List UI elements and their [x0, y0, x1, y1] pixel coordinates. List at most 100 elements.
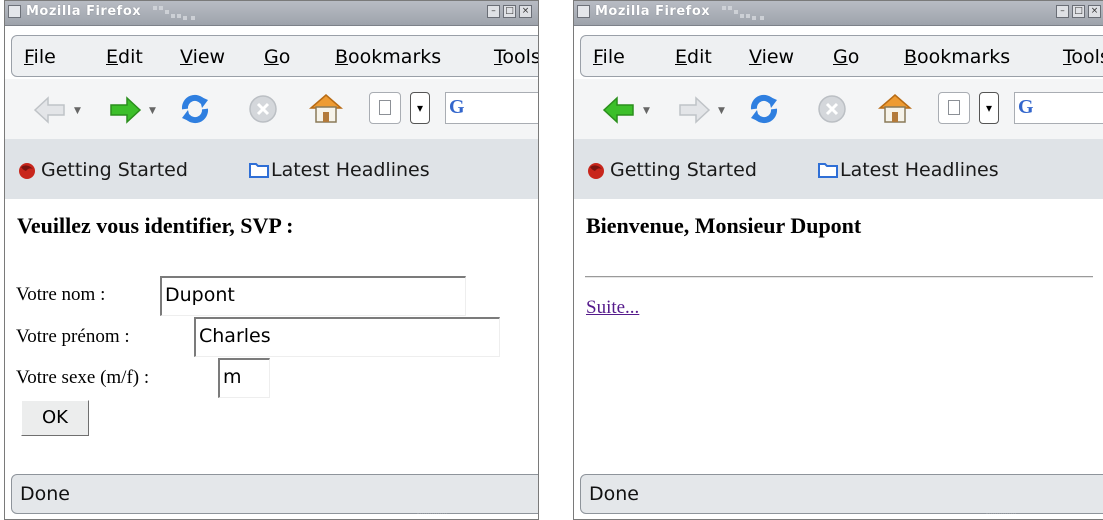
- title-bar[interactable]: Mozilla Firefox – □ ×: [5, 1, 538, 26]
- close-button[interactable]: ×: [1088, 5, 1101, 18]
- browser-window-login: Mozilla Firefox – □ × File Edit View Go …: [4, 0, 539, 520]
- menu-edit[interactable]: Edit: [106, 46, 143, 68]
- first-name-label: Votre prénom :: [16, 326, 130, 347]
- browser-window-welcome: Mozilla Firefox – □ × File Edit View Go …: [573, 0, 1103, 520]
- menu-view-label: iew: [192, 46, 226, 68]
- first-name-input[interactable]: Charles: [194, 317, 500, 357]
- menu-go[interactable]: Go: [833, 46, 859, 68]
- window-title: Mozilla Firefox: [595, 4, 711, 19]
- reload-icon[interactable]: [177, 91, 213, 127]
- title-bar[interactable]: Mozilla Firefox – □ ×: [574, 1, 1103, 26]
- close-button[interactable]: ×: [519, 5, 532, 18]
- url-bar[interactable]: [369, 92, 401, 124]
- minimize-button[interactable]: –: [487, 5, 500, 18]
- back-history-dropdown-icon[interactable]: ▼: [74, 106, 81, 116]
- page-icon: [948, 100, 960, 115]
- menu-edit[interactable]: Edit: [675, 46, 712, 68]
- menu-bookmarks-label: ookmarks: [917, 46, 1011, 68]
- bookmark-latest-headlines[interactable]: Latest Headlines: [840, 159, 999, 181]
- menu-edit-label: dit: [118, 46, 143, 68]
- menu-file-label: ile: [33, 46, 56, 68]
- ok-button[interactable]: OK: [21, 400, 89, 436]
- maximize-button[interactable]: □: [1072, 5, 1085, 18]
- status-bar: Done: [580, 474, 1103, 514]
- page-heading: Veuillez vous identifier, SVP :: [17, 213, 294, 238]
- firefox-icon: [19, 163, 35, 179]
- back-arrow-icon[interactable]: [602, 95, 636, 125]
- bookmark-getting-started[interactable]: Getting Started: [41, 159, 188, 181]
- search-box[interactable]: G: [445, 92, 538, 124]
- firefox-icon: [588, 163, 604, 179]
- google-icon[interactable]: G: [1018, 96, 1034, 119]
- page-icon: [379, 100, 391, 115]
- window-menu-icon[interactable]: [577, 5, 590, 18]
- resize-grip[interactable]: [986, 513, 1016, 519]
- home-icon[interactable]: [308, 90, 344, 126]
- sex-label: Votre sexe (m/f) :: [16, 367, 150, 388]
- menu-go-accel: G: [833, 46, 848, 68]
- menu-bookmarks-accel: B: [335, 46, 349, 68]
- title-decoration-icon: [153, 6, 195, 20]
- menu-view[interactable]: View: [749, 46, 794, 68]
- bookmark-latest-headlines[interactable]: Latest Headlines: [271, 159, 430, 181]
- bookmark-getting-started[interactable]: Getting Started: [610, 159, 757, 181]
- stop-icon[interactable]: [816, 93, 848, 125]
- menu-file[interactable]: File: [24, 46, 56, 68]
- menu-tools-label: ools: [502, 46, 539, 68]
- menu-file-label: ile: [602, 46, 625, 68]
- menu-bookmarks[interactable]: Bookmarks: [335, 46, 441, 68]
- forward-history-dropdown-icon[interactable]: ▼: [718, 106, 725, 116]
- menu-view-accel: V: [749, 46, 762, 68]
- minimize-button[interactable]: –: [1056, 5, 1069, 18]
- menu-edit-accel: E: [675, 46, 688, 68]
- menu-bookmarks[interactable]: Bookmarks: [904, 46, 1010, 68]
- suite-link[interactable]: Suite...: [586, 297, 639, 319]
- google-icon[interactable]: G: [449, 96, 465, 119]
- url-history-dropdown[interactable]: ▾: [410, 92, 430, 124]
- search-box[interactable]: G: [1014, 92, 1103, 124]
- last-name-label: Votre nom :: [16, 284, 106, 305]
- window-menu-icon[interactable]: [8, 5, 21, 18]
- menu-file[interactable]: File: [593, 46, 625, 68]
- menu-view-label: iew: [761, 46, 795, 68]
- menu-tools[interactable]: Tools: [494, 46, 539, 68]
- menu-file-accel: F: [593, 46, 603, 68]
- back-history-dropdown-icon[interactable]: ▼: [643, 106, 650, 116]
- home-icon[interactable]: [877, 90, 913, 126]
- stop-icon[interactable]: [247, 93, 279, 125]
- menu-view-accel: V: [180, 46, 193, 68]
- title-decoration-icon: [722, 6, 764, 20]
- resize-grip[interactable]: [417, 513, 447, 519]
- back-arrow-icon[interactable]: [33, 95, 67, 125]
- menu-view[interactable]: View: [180, 46, 225, 68]
- forward-arrow-icon[interactable]: [677, 95, 711, 125]
- forward-history-dropdown-icon[interactable]: ▼: [149, 106, 156, 116]
- sex-input[interactable]: m: [218, 358, 270, 398]
- menu-bar: File Edit View Go Bookmarks Tools: [580, 35, 1103, 77]
- menu-bar: File Edit View Go Bookmarks Tools: [11, 35, 539, 77]
- menu-go[interactable]: Go: [264, 46, 290, 68]
- reload-icon[interactable]: [746, 91, 782, 127]
- page-heading: Bienvenue, Monsieur Dupont: [586, 213, 862, 238]
- navigation-toolbar: ▼ ▼ ▾ G: [5, 79, 538, 139]
- folder-icon: [818, 163, 838, 178]
- last-name-input[interactable]: Dupont: [160, 276, 466, 316]
- menu-go-label: o: [278, 46, 291, 68]
- folder-icon: [249, 163, 269, 178]
- menu-go-label: o: [847, 46, 860, 68]
- url-bar[interactable]: [938, 92, 970, 124]
- page-content: Veuillez vous identifier, SVP : Votre no…: [5, 199, 538, 471]
- status-text: Done: [589, 483, 639, 505]
- maximize-button[interactable]: □: [503, 5, 516, 18]
- menu-bookmarks-label: ookmarks: [348, 46, 442, 68]
- url-history-dropdown[interactable]: ▾: [979, 92, 999, 124]
- horizontal-rule: [585, 276, 1093, 278]
- bookmarks-toolbar: Getting Started Latest Headlines: [5, 139, 538, 199]
- bookmarks-toolbar: Getting Started Latest Headlines: [574, 139, 1103, 199]
- forward-arrow-icon[interactable]: [108, 95, 142, 125]
- status-text: Done: [20, 483, 70, 505]
- page-content: Bienvenue, Monsieur Dupont Suite...: [574, 199, 1103, 471]
- menu-tools[interactable]: Tools: [1063, 46, 1103, 68]
- window-title: Mozilla Firefox: [26, 4, 142, 19]
- menu-go-accel: G: [264, 46, 279, 68]
